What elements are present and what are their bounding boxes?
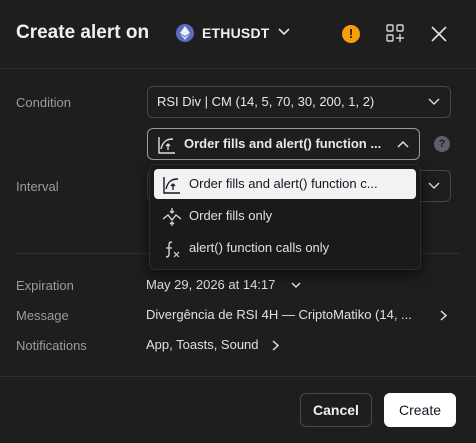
notifications-label: Notifications <box>16 338 87 353</box>
dropdown-option-label: alert() function calls only <box>189 240 330 255</box>
create-button[interactable]: Create <box>384 393 456 427</box>
trigger-dropdown-menu: Order fills and alert() function c... Or… <box>149 164 421 270</box>
trigger-select-value: Order fills and alert() function ... <box>184 136 382 151</box>
indicator-select-value: RSI Div | CM (14, 5, 70, 30, 200, 1, 2) <box>157 94 375 109</box>
warning-icon[interactable]: ! <box>342 25 360 43</box>
dialog-title: Create alert on <box>16 22 150 43</box>
dropdown-option-order-fills-and-alert[interactable]: Order fills and alert() function c... <box>154 169 416 199</box>
chevron-down-icon <box>428 182 440 190</box>
trigger-select[interactable]: Order fills and alert() function ... <box>147 128 420 160</box>
dropdown-option-label: Order fills only <box>189 208 273 223</box>
chevron-right-icon[interactable] <box>440 310 447 321</box>
create-alert-dialog: Create alert on ETHUSDT ! Condition RSI <box>0 0 476 443</box>
notifications-value[interactable]: App, Toasts, Sound <box>146 337 259 352</box>
close-icon[interactable] <box>430 25 448 43</box>
function-icon <box>165 241 180 258</box>
cancel-button[interactable]: Cancel <box>300 393 372 427</box>
dropdown-option-order-fills-only[interactable]: Order fills only <box>154 201 416 231</box>
message-label: Message <box>16 308 69 323</box>
chevron-down-icon[interactable] <box>291 282 301 289</box>
footer-divider <box>0 376 476 377</box>
interval-label: Interval <box>16 179 59 194</box>
order-fills-icon <box>162 208 182 226</box>
dropdown-option-alert-function-only[interactable]: alert() function calls only <box>154 233 416 263</box>
ethereum-icon[interactable] <box>176 24 194 42</box>
chevron-up-icon <box>397 140 409 148</box>
chevron-right-icon[interactable] <box>272 340 279 351</box>
expiration-value[interactable]: May 29, 2026 at 14:17 <box>146 277 275 292</box>
expiration-label: Expiration <box>16 278 74 293</box>
message-value[interactable]: Divergência de RSI 4H — CriptoMatiko (14… <box>146 307 412 322</box>
order-fills-alert-icon <box>158 137 175 154</box>
add-widget-icon[interactable] <box>386 24 404 42</box>
dialog-header: Create alert on ETHUSDT ! <box>0 0 476 68</box>
indicator-select[interactable]: RSI Div | CM (14, 5, 70, 30, 200, 1, 2) <box>147 86 451 118</box>
chevron-down-icon[interactable] <box>278 28 290 36</box>
header-divider <box>0 68 476 69</box>
dropdown-option-label: Order fills and alert() function c... <box>189 176 378 191</box>
symbol-selector[interactable]: ETHUSDT <box>202 25 270 41</box>
help-icon[interactable]: ? <box>434 136 450 152</box>
condition-label: Condition <box>16 95 71 110</box>
order-fills-alert-icon <box>163 177 180 194</box>
chevron-down-icon <box>428 98 440 106</box>
